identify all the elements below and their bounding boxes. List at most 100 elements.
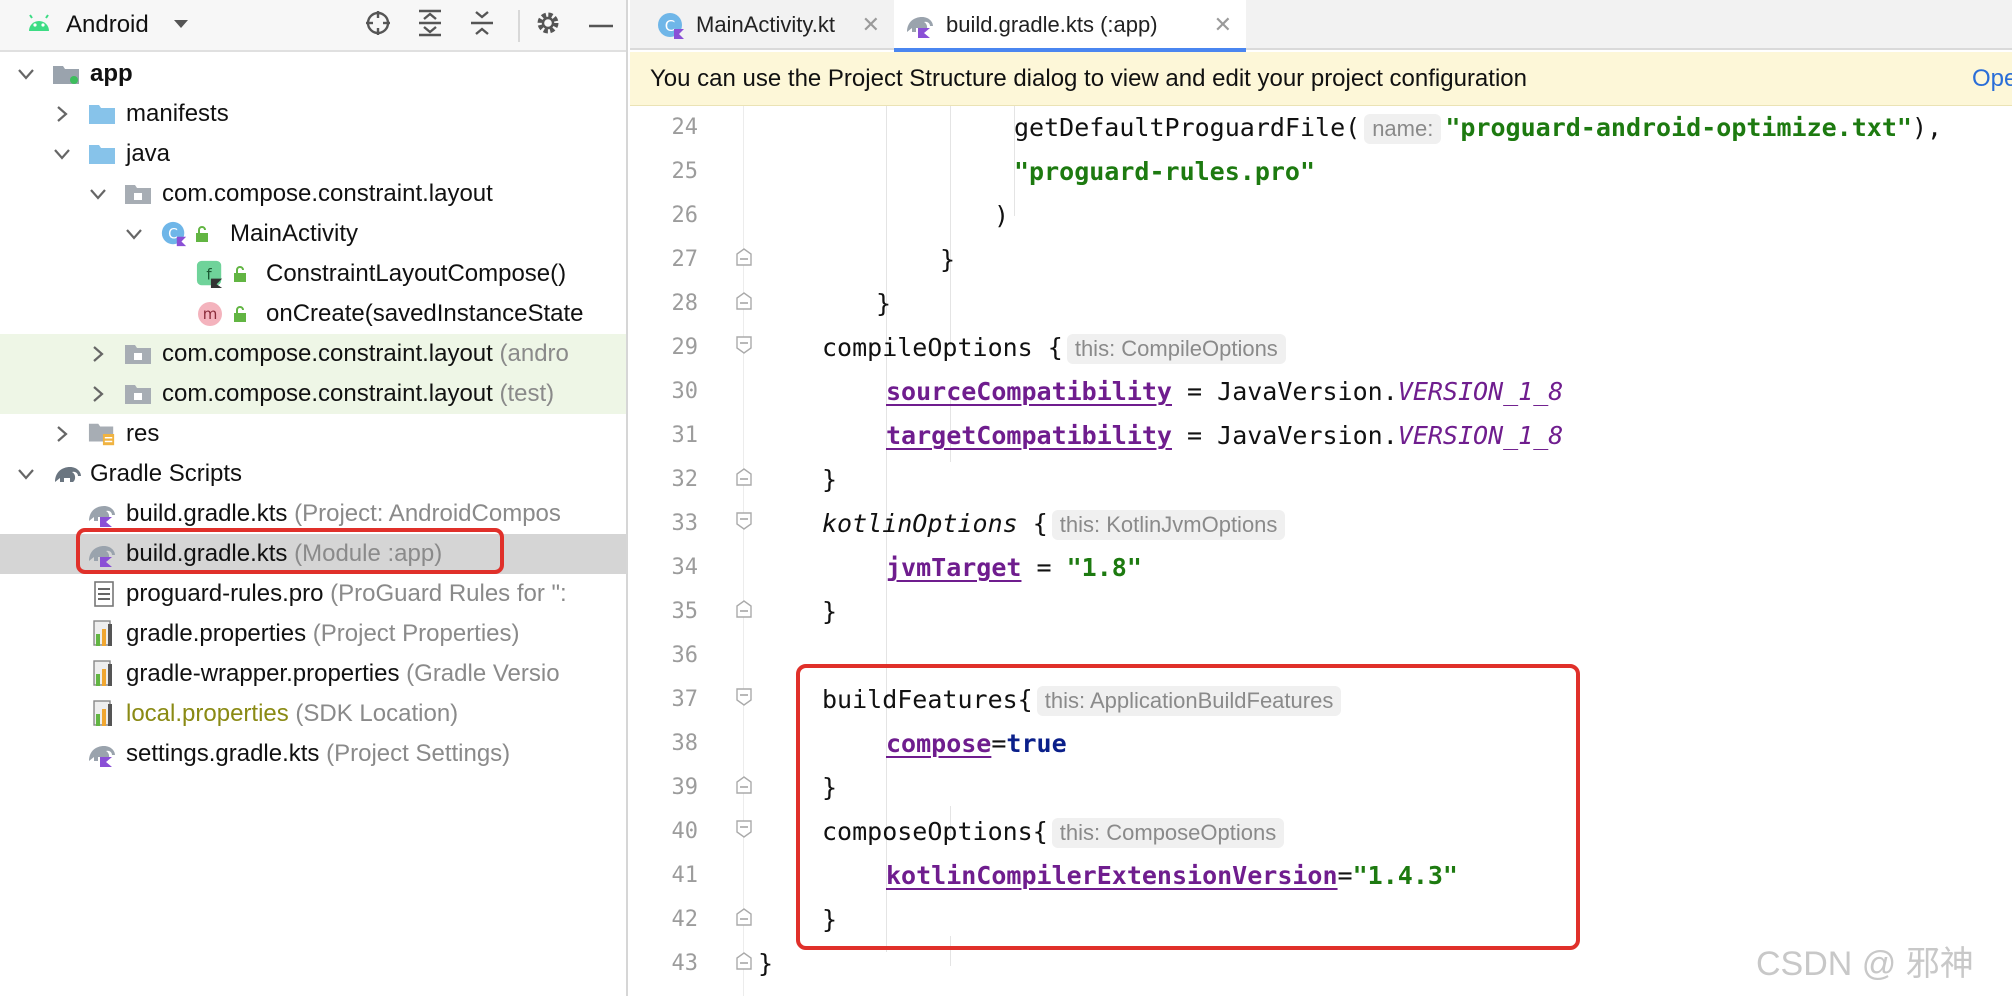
code-string: "1.8" — [1066, 553, 1142, 582]
code-line-33: kotlinOptions {this: KotlinJvmOptions — [822, 502, 1289, 546]
unlock-icon — [192, 220, 212, 248]
tree-item-label: local.properties — [126, 700, 289, 727]
unlock-icon — [230, 260, 250, 288]
code-token: = — [1021, 553, 1067, 582]
chevron-right-icon[interactable] — [88, 344, 108, 364]
tree-item-package-test[interactable]: com.compose.constraint.layout (test) — [0, 374, 626, 414]
line-number: 28 — [671, 291, 699, 316]
module-folder-icon — [52, 60, 80, 88]
unlock-icon — [230, 300, 250, 328]
tree-item-res[interactable]: res — [0, 414, 626, 454]
tree-item-local-properties[interactable]: local.properties (SDK Location) — [0, 694, 626, 734]
code-token: } — [822, 465, 838, 494]
line-number: 32 — [671, 467, 699, 492]
close-icon[interactable]: ✕ — [862, 12, 880, 38]
package-icon — [124, 380, 152, 408]
tree-item-gradle-scripts[interactable]: Gradle Scripts — [0, 454, 626, 494]
tree-item-manifests[interactable]: manifests — [0, 94, 626, 134]
tree-item-label: res — [126, 420, 160, 447]
code-token: ) — [994, 201, 1010, 230]
tree-item-mainactivity[interactable]: C MainActivity — [0, 214, 626, 254]
tree-item-label: settings.gradle.kts — [126, 740, 320, 767]
chevron-down-icon[interactable] — [16, 464, 36, 484]
highlight-box-module-gradle — [76, 528, 504, 574]
tree-item-label: proguard-rules.pro — [126, 580, 324, 607]
code-constant: VERSION_1_8 — [1397, 421, 1564, 450]
chevron-down-icon[interactable] — [52, 144, 72, 164]
code-line-30: sourceCompatibility = JavaVersion.VERSIO… — [886, 370, 1563, 414]
code-line-24: getDefaultProguardFile(name: "proguard-an… — [1014, 106, 1942, 150]
method-icon: m — [196, 300, 224, 328]
project-toolbar: Android — [0, 0, 626, 52]
tree-item-hint: (Project Properties) — [312, 620, 520, 647]
editor-tab-bar: C MainActivity.kt ✕ build.gradle.kts (:a… — [630, 0, 2012, 52]
project-structure-banner: You can use the Project Structure dialog… — [630, 52, 2012, 106]
chevron-down-icon[interactable] — [124, 224, 144, 244]
package-icon — [124, 180, 152, 208]
collapse-all-icon — [469, 9, 495, 42]
tree-item-hint: (Project Settings) — [326, 740, 511, 767]
tree-item-gradle-properties[interactable]: gradle.properties (Project Properties) — [0, 614, 626, 654]
tab-label: MainActivity.kt — [696, 12, 835, 37]
line-number: 43 — [671, 951, 699, 976]
tree-item-label: gradle.properties — [126, 620, 307, 647]
line-number-gutter: 24 25 26 27 28 29 30 31 32 33 34 35 36 3… — [630, 106, 744, 996]
chevron-right-icon[interactable] — [88, 384, 108, 404]
tree-item-label: gradle-wrapper.properties — [126, 660, 400, 687]
line-number: 37 — [671, 687, 699, 712]
code-token: getDefaultProguardFile( — [1014, 113, 1361, 142]
line-number: 25 — [671, 159, 699, 184]
collapse-all-button[interactable] — [462, 0, 502, 50]
tree-item-hint: (Gradle Versio — [406, 660, 560, 687]
chevron-down-icon[interactable] — [88, 184, 108, 204]
code-property: jvmTarget — [886, 553, 1022, 582]
tree-item-method[interactable]: m onCreate(savedInstanceState — [0, 294, 626, 334]
tree-item-proguard[interactable]: proguard-rules.pro (ProGuard Rules for "… — [0, 574, 626, 614]
banner-open-link[interactable]: Ope — [1972, 65, 2012, 93]
close-icon[interactable]: ✕ — [1214, 12, 1232, 38]
tree-item-package-android-test[interactable]: com.compose.constraint.layout (andro — [0, 334, 626, 374]
line-number: 38 — [671, 731, 699, 756]
svg-text:C: C — [168, 227, 178, 243]
tab-build-gradle-app[interactable]: build.gradle.kts (:app) ✕ — [894, 0, 1246, 52]
project-view-selector[interactable]: Android — [26, 0, 216, 50]
folder-icon — [88, 140, 116, 168]
tree-item-text: com.compose.constraint.layout (andro — [162, 340, 569, 368]
code-line-43: } — [758, 942, 773, 986]
line-number: 33 — [671, 511, 699, 536]
code-token: = JavaVersion. — [1171, 421, 1398, 450]
tree-item-function[interactable]: f ConstraintLayoutCompose() — [0, 254, 626, 294]
tree-item-gradle-wrapper-properties[interactable]: gradle-wrapper.properties (Gradle Versio — [0, 654, 626, 694]
tree-item-label: com.compose.constraint.layout — [162, 180, 493, 207]
kotlin-class-icon: C — [160, 220, 188, 248]
tree-item-settings-gradle[interactable]: settings.gradle.kts (Project Settings) — [0, 734, 626, 774]
tree-item-java[interactable]: java — [0, 134, 626, 174]
panel-settings-button[interactable] — [527, 0, 569, 50]
chevron-down-icon — [173, 16, 189, 34]
properties-file-icon — [90, 660, 118, 688]
expand-all-button[interactable] — [410, 0, 450, 50]
tab-label: build.gradle.kts (:app) — [946, 12, 1158, 37]
tree-item-app[interactable]: app — [0, 54, 626, 94]
tree-item-package[interactable]: com.compose.constraint.layout — [0, 174, 626, 214]
locate-file-button[interactable] — [358, 0, 398, 50]
tree-item-text: local.properties (SDK Location) — [126, 700, 458, 728]
tree-item-text: settings.gradle.kts (Project Settings) — [126, 740, 510, 768]
text-file-icon — [90, 580, 118, 608]
highlight-box-compose-config — [796, 664, 1580, 950]
chevron-right-icon[interactable] — [52, 104, 72, 124]
locate-icon — [364, 9, 392, 42]
tree-item-label: onCreate(savedInstanceState — [266, 300, 584, 327]
chevron-down-icon[interactable] — [16, 64, 36, 84]
android-icon — [26, 13, 52, 38]
tree-item-hint: (ProGuard Rules for ": — [330, 580, 567, 607]
code-string: "proguard-rules.pro" — [1014, 157, 1316, 186]
hide-panel-button[interactable] — [580, 0, 622, 50]
tree-item-text: proguard-rules.pro (ProGuard Rules for "… — [126, 580, 567, 608]
receiver-hint: this: CompileOptions — [1066, 334, 1286, 364]
chevron-right-icon[interactable] — [52, 424, 72, 444]
tab-mainactivity[interactable]: C MainActivity.kt ✕ — [644, 0, 894, 50]
tree-item-text: build.gradle.kts (Project: AndroidCompos — [126, 500, 561, 528]
line-number: 24 — [671, 115, 699, 140]
code-token: = JavaVersion. — [1171, 377, 1398, 406]
